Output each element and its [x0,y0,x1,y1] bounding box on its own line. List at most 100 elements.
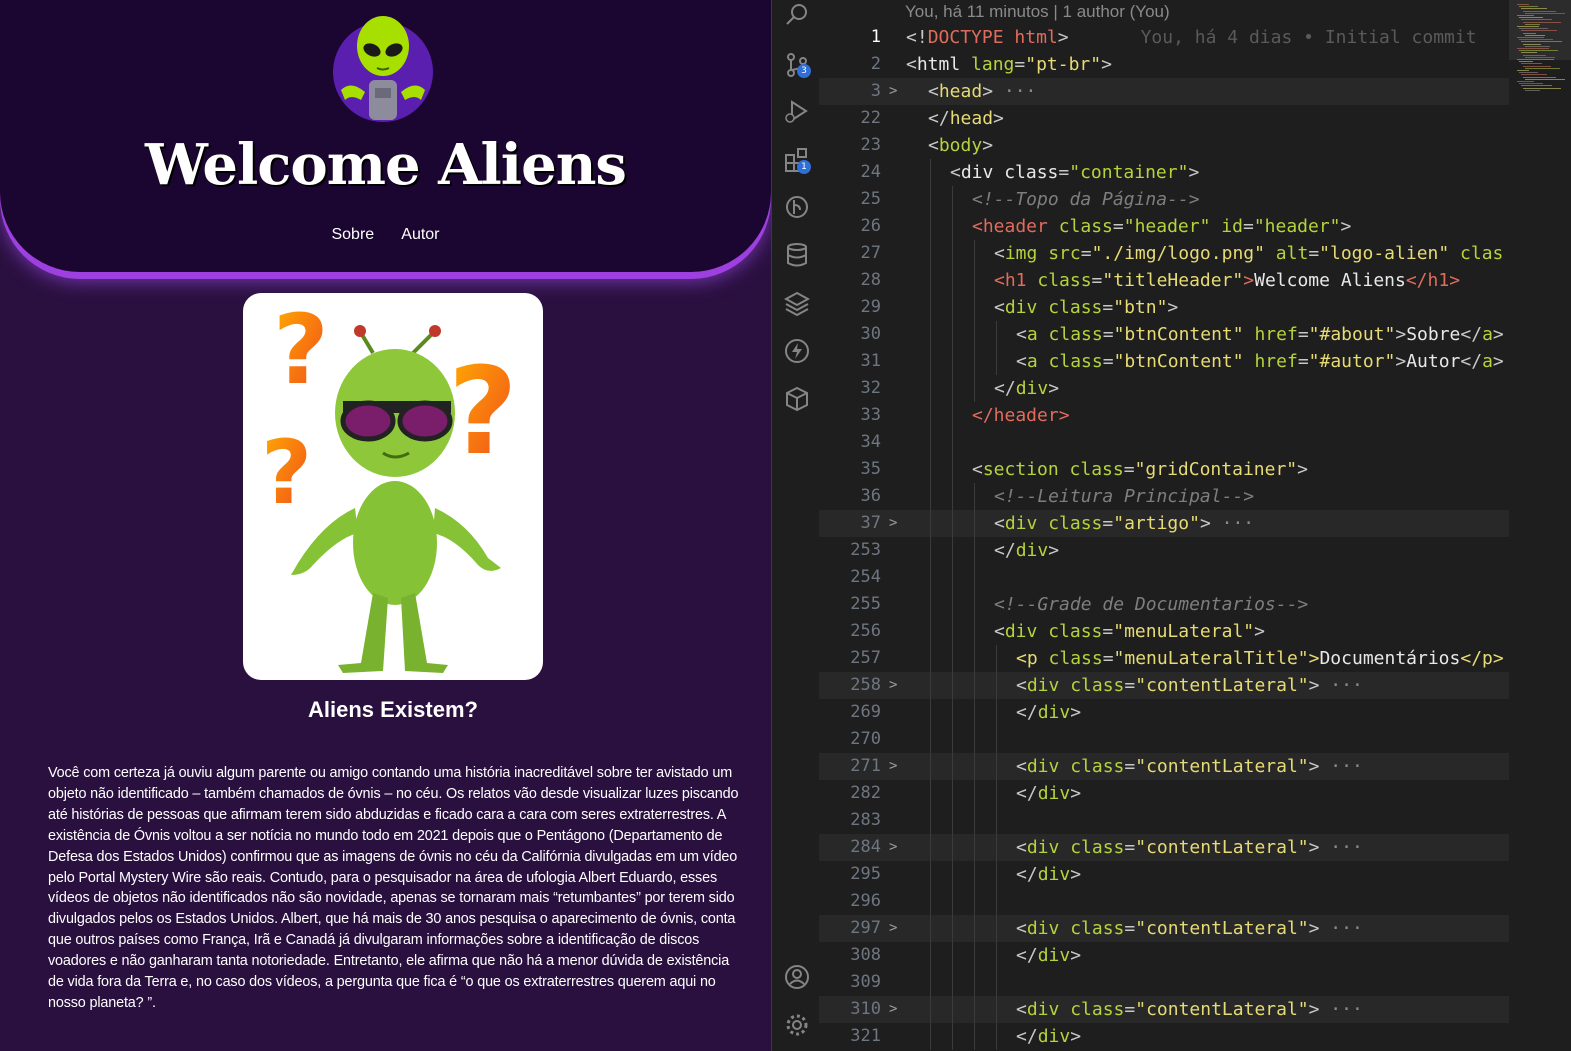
indent-guide [952,834,953,861]
fold-chevron-icon[interactable]: > [889,996,897,1023]
code-line[interactable]: 23 <body> [819,132,1509,159]
code-line[interactable]: 30 <a class="btnContent" href="#about">So… [819,321,1509,348]
minimap[interactable] [1509,0,1571,1051]
code-line[interactable]: 295 </div> [819,861,1509,888]
code-text: </head> [928,105,1004,132]
git-graph-icon[interactable] [784,194,810,220]
code-line[interactable]: 36 <!--Leitura Principal--> [819,483,1509,510]
code-line[interactable]: 34 [819,429,1509,456]
alien-logo [333,16,433,122]
fold-chevron-icon[interactable]: > [889,834,897,861]
code-line[interactable]: 31 <a class="btnContent" href="#autor">Au… [819,348,1509,375]
code-line[interactable]: 22 </head> [819,105,1509,132]
code-line[interactable]: 269 </div> [819,699,1509,726]
package-icon[interactable] [784,386,810,412]
indent-guide [996,969,997,996]
code-line[interactable]: 26 <header class="header" id="header"> [819,213,1509,240]
indent-guide [996,996,997,1023]
line-number: 33 [860,405,881,425]
fold-chevron-icon[interactable]: > [889,510,897,537]
code-line[interactable]: 283 [819,807,1509,834]
indent-guide [996,915,997,942]
code-token: a [1026,351,1049,372]
code-token: </ [1016,864,1038,885]
database-icon[interactable] [784,242,810,268]
fold-chevron-icon[interactable]: > [889,672,897,699]
line-number: 257 [850,648,881,668]
indent-guide [930,861,931,888]
line-number: 308 [850,945,881,965]
code-line[interactable]: 35 <section class="gridContainer"> [819,456,1509,483]
fold-chevron-icon[interactable]: > [889,753,897,780]
code-line[interactable]: 271 > <div class="contentLateral"> ··· [819,753,1509,780]
nav-link-autor[interactable]: Autor [401,226,439,244]
code-token: class [1070,918,1125,939]
code-area[interactable]: 1 <!DOCTYPE html > You, há 4 dias • Initial… [819,24,1509,1051]
code-line[interactable]: 282 </div> [819,780,1509,807]
fold-chevron-icon[interactable]: > [889,78,897,105]
minimap-stripe [1523,21,1561,23]
git-blame-header[interactable]: You, há 11 minutos | 1 author (You) [905,2,1170,22]
code-token: "titleHeader" [1102,270,1244,291]
code-line[interactable]: 1 <!DOCTYPE html> You, há 4 dias • Initial… [819,24,1509,51]
layers-icon[interactable] [784,290,810,316]
code-token: Welcome Aliens [1254,270,1406,291]
code-line[interactable]: 253 </div> [819,537,1509,564]
account-icon[interactable] [784,964,810,990]
indent-guide [974,969,975,996]
lightning-icon[interactable] [784,338,810,364]
settings-gear-icon[interactable] [784,1012,810,1038]
indent-guide [930,942,931,969]
code-token: clas [1460,243,1504,264]
fold-chevron-icon[interactable]: > [889,915,897,942]
indent-guide [996,726,997,753]
code-token: > [1308,837,1320,858]
code-line[interactable]: 2 <html lang="pt-br"> [819,51,1509,78]
code-editor: 3 1 You, há 11 minutos | 1 author (You) … [771,0,1571,1051]
code-token: </ [928,108,950,129]
code-token: < [994,513,1005,534]
search-icon[interactable] [784,2,810,28]
code-line[interactable]: 29 <div class="btn"> [819,294,1509,321]
code-line[interactable]: 32 </div> [819,375,1509,402]
nav-link-sobre[interactable]: Sobre [331,226,374,244]
run-debug-icon[interactable] [784,98,810,124]
code-token: class [1048,297,1103,318]
code-token: </ [1016,1026,1038,1047]
code-token: = [1112,216,1124,237]
code-line[interactable]: 37 > <div class="artigo"> ··· [819,510,1509,537]
code-line[interactable]: 24 <div class="container"> [819,159,1509,186]
code-line[interactable]: 321 </div> [819,1023,1509,1050]
code-line[interactable]: 255 <!--Grade de Documentarios--> [819,591,1509,618]
code-line[interactable]: 28 <h1 class="titleHeader">Welcome Aliens… [819,267,1509,294]
code-token: "contentLateral" [1135,675,1309,696]
code-token: class [1069,459,1124,480]
code-line[interactable]: 25 <!--Topo da Página--> [819,186,1509,213]
code-line[interactable]: 296 [819,888,1509,915]
code-line[interactable]: 297 > <div class="contentLateral"> ··· [819,915,1509,942]
code-text: </div> [1016,861,1081,888]
code-line[interactable]: 33 </header> [819,402,1509,429]
code-line[interactable]: 27 <img src="./img/logo.png" alt="logo-al… [819,240,1509,267]
code-line[interactable]: 256 <div class="menuLateral"> [819,618,1509,645]
indent-guide [996,348,997,375]
code-line[interactable]: 284 > <div class="contentLateral"> ··· [819,834,1509,861]
code-line[interactable]: 3 > <head> ··· [819,78,1509,105]
code-line[interactable]: 270 [819,726,1509,753]
source-control-badge: 3 [797,64,811,78]
code-token: </ [1460,351,1483,372]
code-line[interactable]: 257 <p class="menuLateralTitle">Documentá… [819,645,1509,672]
code-line[interactable]: 310 > <div class="contentLateral"> ··· [819,996,1509,1023]
code-line[interactable]: 254 [819,564,1509,591]
indent-guide [974,483,975,510]
code-token: class [1048,621,1103,642]
code-line[interactable]: 309 [819,969,1509,996]
indent-guide [952,321,953,348]
code-token: class [1048,513,1103,534]
indent-guide [974,915,975,942]
code-token: html [916,54,972,75]
code-line[interactable]: 258 > <div class="contentLateral"> ··· [819,672,1509,699]
minimap-stripe [1517,48,1549,49]
code-line[interactable]: 308 </div> [819,942,1509,969]
